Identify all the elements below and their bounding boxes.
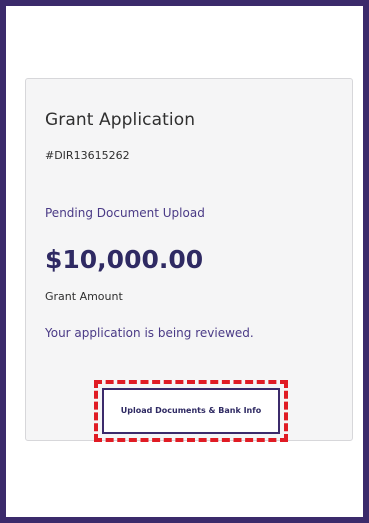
status-text: Pending Document Upload (45, 206, 205, 220)
application-id: #DIR13615262 (45, 149, 130, 162)
grant-application-card: Grant Application #DIR13615262 Pending D… (25, 78, 353, 442)
upload-documents-button[interactable]: Upload Documents & Bank Info (102, 388, 280, 434)
grant-amount-value: $10,000.00 (45, 245, 204, 274)
review-message: Your application is being reviewed. (45, 326, 254, 340)
app-frame: Grant Application #DIR13615262 Pending D… (0, 0, 369, 523)
grant-amount-label: Grant Amount (45, 290, 123, 303)
card-title: Grant Application (45, 110, 196, 130)
